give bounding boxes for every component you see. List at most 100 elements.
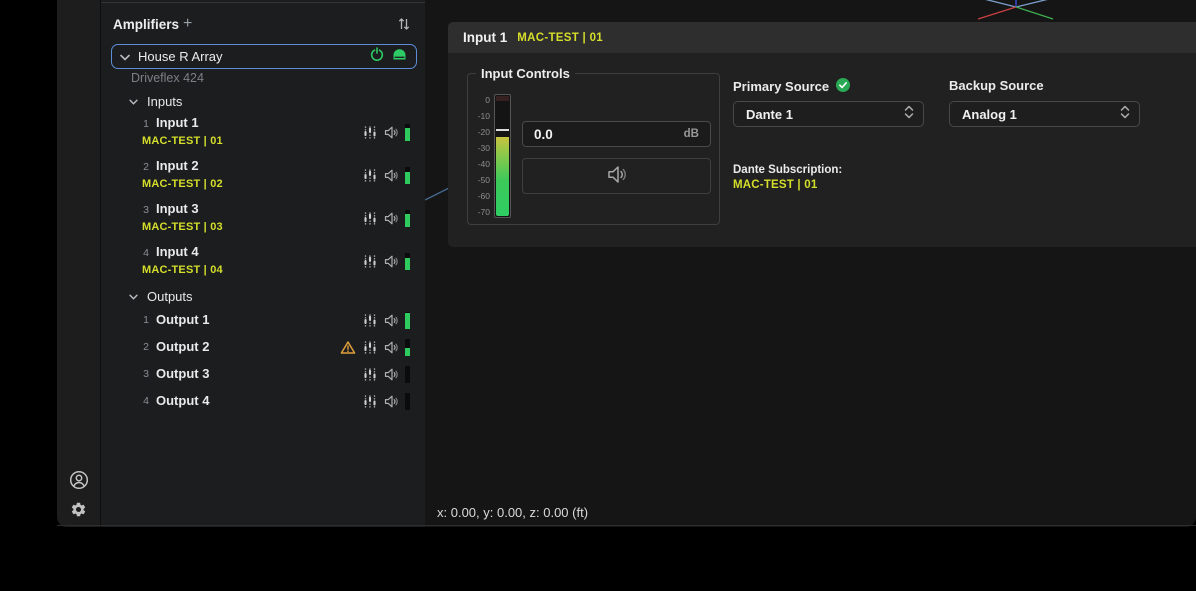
scene-wire (425, 186, 449, 204)
inputs-group-toggle[interactable]: Inputs (129, 92, 182, 110)
amplifier-status-icon (392, 48, 407, 66)
device-model: Driveflex 424 (131, 71, 204, 85)
app-window: Amplifiers + House R Array (0, 0, 1196, 591)
chevron-down-icon (129, 92, 138, 110)
channel-number: 4 (137, 395, 149, 407)
speaker-icon[interactable] (384, 212, 399, 225)
account-icon (69, 478, 89, 493)
channel-name: Output 4 (156, 393, 209, 408)
amplifiers-sidebar: Amplifiers + House R Array (100, 0, 425, 527)
outputs-group-toggle[interactable]: Outputs (129, 287, 193, 305)
channel-name: Output 3 (156, 366, 209, 381)
settings-button[interactable] (70, 501, 87, 518)
panel-body: Input Controls 0 -10 -20 -30 -40 -50 -60… (448, 53, 1196, 247)
meter-peak-indicator (496, 129, 509, 131)
sidebar-title: Amplifiers (113, 17, 179, 32)
speaker-icon[interactable] (384, 395, 399, 408)
channel-number: 1 (137, 118, 149, 130)
speaker-icon[interactable] (384, 314, 399, 327)
window-bottom-divider (57, 525, 1196, 526)
gain-unit: dB (684, 128, 699, 140)
speaker-icon[interactable] (384, 255, 399, 268)
sidebar-item-input-1[interactable]: 1 Input 1 MAC-TEST | 01 (101, 115, 426, 155)
meter-tick: -60 (468, 191, 490, 201)
level-meter (405, 210, 410, 227)
channel-name: Input 2 (156, 158, 199, 173)
backup-source-value: Analog 1 (962, 107, 1120, 122)
channel-subscription: MAC-TEST | 04 (142, 264, 223, 276)
account-button[interactable] (69, 470, 89, 490)
meter-fill (496, 137, 509, 216)
speaker-icon[interactable] (384, 169, 399, 182)
meter-tick: -30 (468, 143, 490, 153)
input-controls-group: Input Controls 0 -10 -20 -30 -40 -50 -60… (467, 73, 720, 225)
fader-icon[interactable] (363, 126, 377, 140)
channel-name: Input 1 (156, 115, 199, 130)
fader-icon[interactable] (363, 341, 377, 355)
channel-number: 4 (137, 247, 149, 259)
level-meter (405, 312, 410, 329)
channel-number: 1 (137, 314, 149, 326)
primary-source-select[interactable]: Dante 1 (733, 101, 924, 127)
fader-icon[interactable] (363, 395, 377, 409)
outputs-group-label: Outputs (147, 289, 193, 304)
device-name: House R Array (138, 49, 362, 64)
meter-tick: -50 (468, 175, 490, 185)
channel-number: 2 (137, 161, 149, 173)
channel-subscription: MAC-TEST | 02 (142, 178, 223, 190)
level-meter (405, 167, 410, 184)
chevron-down-icon (120, 48, 130, 66)
inputs-group-label: Inputs (147, 94, 182, 109)
sidebar-item-output-3[interactable]: 3 Output 3 (101, 365, 426, 385)
fader-icon[interactable] (363, 169, 377, 183)
sidebar-item-output-2[interactable]: 2 Output 2 (101, 338, 426, 358)
channel-name: Input 4 (156, 244, 199, 259)
channel-name: Input 3 (156, 201, 199, 216)
sidebar-item-input-3[interactable]: 3 Input 3 MAC-TEST | 03 (101, 201, 426, 241)
chevron-down-icon (129, 287, 138, 305)
channel-subscription: MAC-TEST | 03 (142, 221, 223, 233)
add-amplifier-button[interactable]: + (183, 15, 192, 33)
level-meter (405, 393, 410, 410)
primary-source-label: Primary Source (733, 78, 850, 95)
cursor-coordinates: x: 0.00, y: 0.00, z: 0.00 (ft) (437, 505, 588, 520)
fader-icon[interactable] (363, 212, 377, 226)
power-icon[interactable] (370, 47, 384, 66)
warning-icon (340, 340, 356, 355)
channel-number: 3 (137, 204, 149, 216)
channel-number: 3 (137, 368, 149, 380)
fader-icon[interactable] (363, 255, 377, 269)
sidebar-item-output-4[interactable]: 4 Output 4 (101, 392, 426, 412)
level-meter (405, 339, 410, 356)
fader-icon[interactable] (363, 314, 377, 328)
gain-field: dB (522, 121, 711, 147)
gain-input[interactable] (534, 127, 684, 142)
input-controls-legend: Input Controls (476, 66, 575, 81)
sort-button[interactable] (397, 17, 411, 31)
backup-source-select[interactable]: Analog 1 (949, 101, 1140, 127)
sidebar-item-input-2[interactable]: 2 Input 2 MAC-TEST | 02 (101, 158, 426, 198)
speaker-icon (606, 165, 628, 187)
level-meter (405, 366, 410, 383)
panel-header: Input 1 MAC-TEST | 01 (448, 22, 1196, 53)
channel-name: Output 1 (156, 312, 209, 327)
panel-subtitle: MAC-TEST | 01 (517, 32, 603, 44)
speaker-icon[interactable] (384, 341, 399, 354)
meter-tick: -10 (468, 111, 490, 121)
channel-subscription: MAC-TEST | 01 (142, 135, 223, 147)
speaker-icon[interactable] (384, 126, 399, 139)
level-meter (405, 124, 410, 141)
input-level-meter (494, 94, 511, 218)
dante-subscription-label: Dante Subscription: (733, 164, 842, 176)
sidebar-item-output-1[interactable]: 1 Output 1 (101, 311, 426, 331)
panel-title: Input 1 (463, 30, 507, 45)
speaker-icon[interactable] (384, 368, 399, 381)
sidebar-item-input-4[interactable]: 4 Input 4 MAC-TEST | 04 (101, 244, 426, 284)
fader-icon[interactable] (363, 368, 377, 382)
mute-button[interactable] (522, 158, 711, 194)
primary-source-value: Dante 1 (746, 107, 904, 122)
channel-number: 2 (137, 341, 149, 353)
primary-source-label-text: Primary Source (733, 79, 829, 94)
sidebar-item-house-r-array[interactable]: House R Array (111, 44, 417, 69)
backup-source-label-text: Backup Source (949, 78, 1044, 93)
